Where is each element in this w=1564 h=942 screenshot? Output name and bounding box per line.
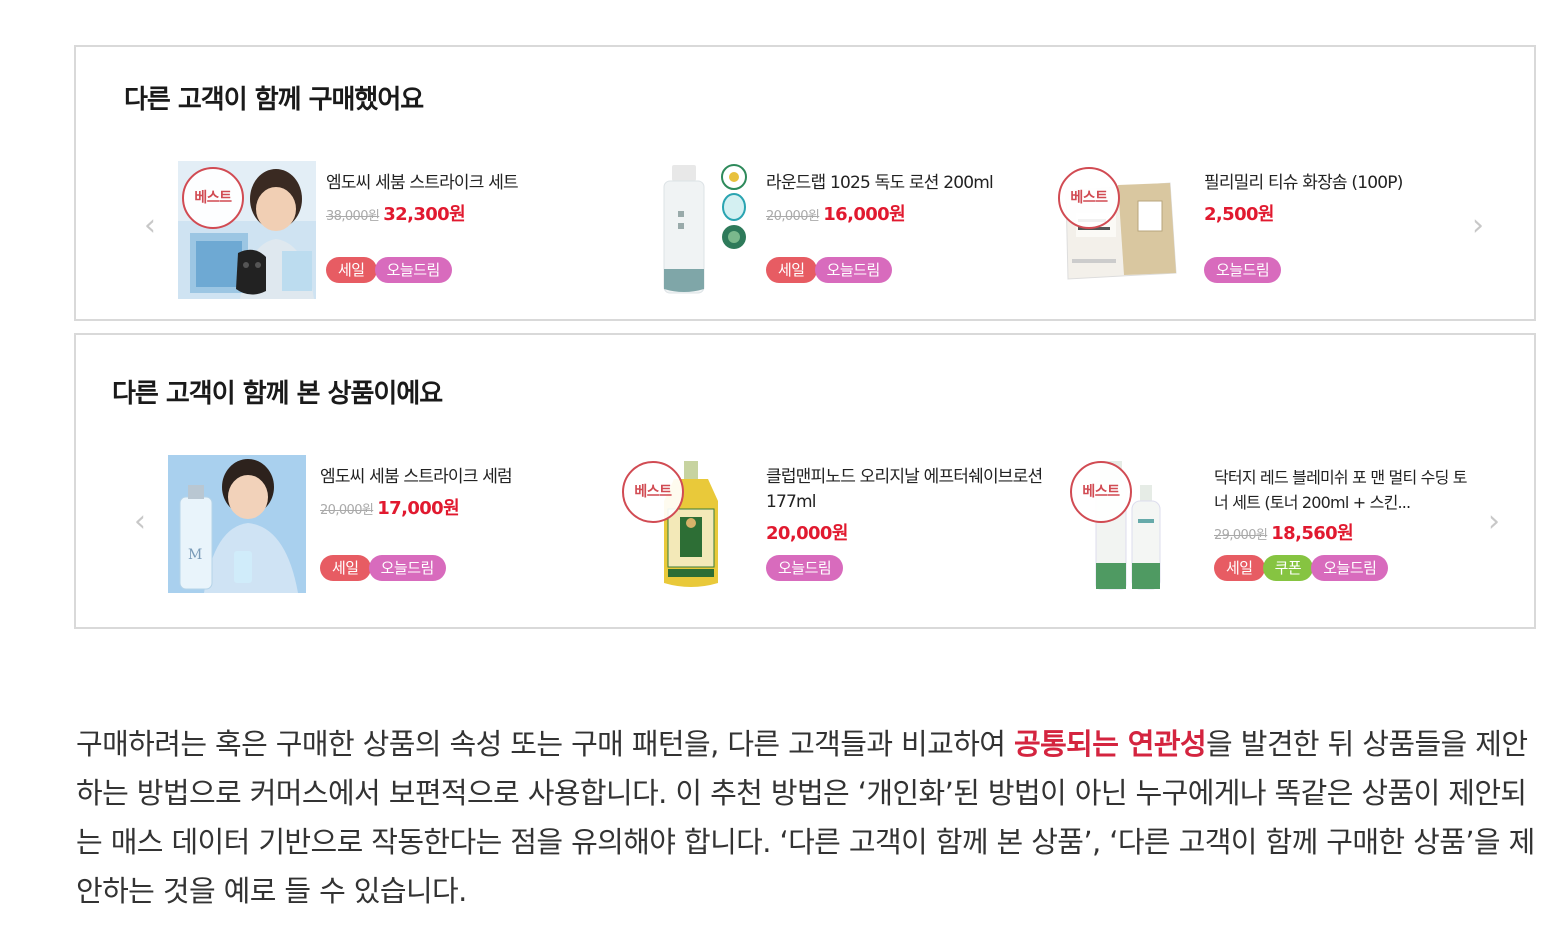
product-card[interactable]: 베스트 닥터지 레드 블레미쉬 포 맨 멀티 수딩 토너 세트 (토너 200m… <box>1068 455 1488 595</box>
product-image[interactable] <box>618 161 756 299</box>
panel-title: 다른 고객이 함께 본 상품이에요 <box>112 379 443 409</box>
prev-arrow-icon[interactable]: ‹ <box>128 507 152 537</box>
product-name[interactable]: 클럽맨피노드 오리지날 에프터쉐이브로션 177ml <box>766 465 1046 515</box>
original-price: 20,000원 <box>766 209 820 224</box>
description-text: 구매하려는 혹은 구매한 상품의 속성 또는 구매 패턴을, 다른 고객들과 비… <box>76 727 1014 761</box>
today-dream-tag: 오늘드림 <box>1311 555 1389 581</box>
product-card[interactable]: M 엠도씨 세붐 스트라이크 세럼 20,000원 17,000원 세일 오늘드림 <box>168 455 588 595</box>
product-name[interactable]: 라운드랩 1025 독도 로션 200ml <box>766 171 994 196</box>
original-price: 38,000원 <box>326 209 380 224</box>
product-name[interactable]: 엠도씨 세붐 스트라이크 세트 <box>326 171 519 196</box>
recommend-panel-viewed: 다른 고객이 함께 본 상품이에요 ‹ › M 엠도씨 세붐 스트라이크 세럼 … <box>74 333 1536 629</box>
product-image[interactable]: M <box>168 455 306 593</box>
original-price: 29,000원 <box>1214 528 1268 543</box>
best-badge: 베스트 <box>1058 167 1120 229</box>
product-card[interactable]: 베스트 클럽맨피노드 오리지날 에프터쉐이브로션 177ml 20,000원 오… <box>622 455 1043 595</box>
sale-tag: 세일 <box>326 257 377 283</box>
best-badge: 베스트 <box>182 167 244 229</box>
today-dream-tag: 오늘드림 <box>374 257 452 283</box>
today-dream-tag: 오늘드림 <box>368 555 446 581</box>
sale-price: 2,500원 <box>1204 204 1275 225</box>
sale-price: 18,560원 <box>1271 523 1354 544</box>
sale-tag: 세일 <box>766 257 817 283</box>
product-name[interactable]: 필리밀리 티슈 화장솜 (100P) <box>1204 171 1403 196</box>
sale-price: 16,000원 <box>823 204 906 225</box>
sale-price: 17,000원 <box>377 498 460 519</box>
sale-tag: 세일 <box>320 555 371 581</box>
today-dream-tag: 오늘드림 <box>814 257 892 283</box>
sale-price: 32,300원 <box>383 204 466 225</box>
recommend-panel-bought: 다른 고객이 함께 구매했어요 ‹ › 베스트 엠도씨 세붐 스트라이크 세트 <box>74 45 1536 321</box>
product-card[interactable]: 베스트 엠도씨 세붐 스트라이크 세트 38,000원 32,300원 세일 오늘… <box>178 161 578 301</box>
product-card[interactable]: 라운드랩 1025 독도 로션 200ml 20,000원 16,000원 세일 … <box>618 161 1018 301</box>
product-name[interactable]: 닥터지 레드 블레미쉬 포 맨 멀티 수딩 토너 세트 (토너 200ml + … <box>1214 465 1476 515</box>
product-card[interactable]: 베스트 필리밀리 티슈 화장솜 (100P) 2,500원 오늘드림 <box>1058 161 1458 301</box>
svg-text:M: M <box>188 547 202 563</box>
today-dream-tag: 오늘드림 <box>766 555 844 581</box>
today-dream-tag: 오늘드림 <box>1204 257 1282 283</box>
sale-price: 20,000원 <box>766 523 848 544</box>
description-highlight: 공통되는 연관성 <box>1013 727 1207 761</box>
prev-arrow-icon[interactable]: ‹ <box>138 211 162 241</box>
description-paragraph: 구매하려는 혹은 구매한 상품의 속성 또는 구매 패턴을, 다른 고객들과 비… <box>76 720 1536 916</box>
product-name[interactable]: 엠도씨 세붐 스트라이크 세럼 <box>320 465 513 490</box>
coupon-tag: 쿠폰 <box>1262 555 1314 581</box>
panel-title: 다른 고객이 함께 구매했어요 <box>124 85 424 115</box>
next-arrow-icon[interactable]: › <box>1466 211 1490 241</box>
best-badge: 베스트 <box>1070 461 1132 523</box>
original-price: 20,000원 <box>320 503 374 518</box>
sale-tag: 세일 <box>1214 555 1265 581</box>
best-badge: 베스트 <box>622 461 684 523</box>
